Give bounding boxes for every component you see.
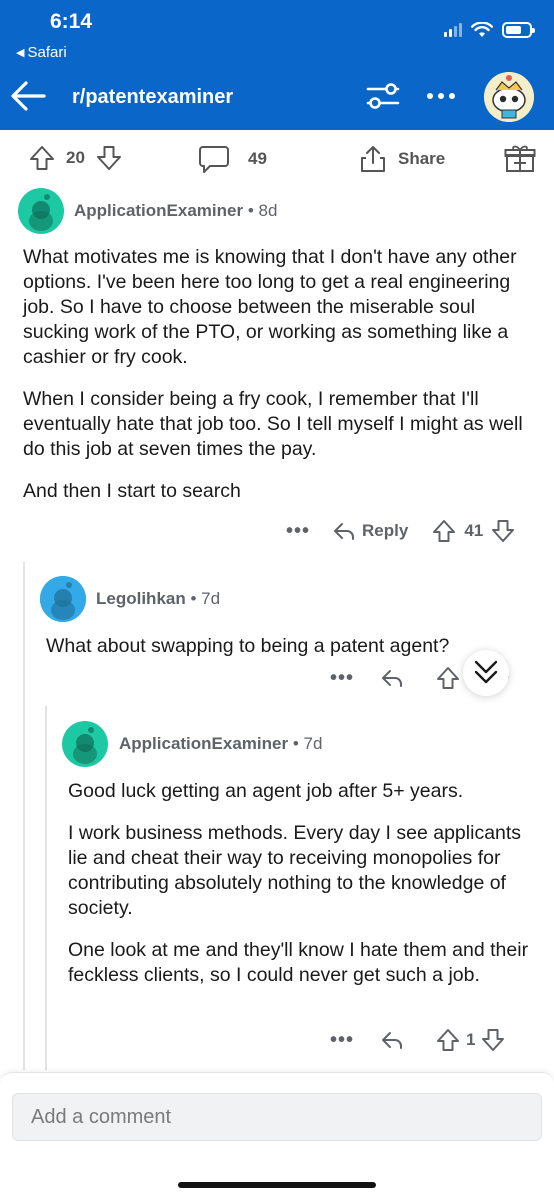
- meta-separator: •: [292, 734, 304, 753]
- share-label: Share: [398, 149, 446, 168]
- back-app-label: Safari: [27, 44, 67, 61]
- reply-icon: [334, 523, 355, 540]
- comment-actions: ••• 1: [330, 1028, 505, 1052]
- comment-username[interactable]: ApplicationExaminer: [119, 734, 288, 753]
- share-button[interactable]: Share: [358, 144, 445, 174]
- comment-paragraph: And then I start to search: [23, 480, 241, 502]
- sort-filter-icon[interactable]: [364, 80, 402, 112]
- upvote-icon[interactable]: [436, 666, 460, 690]
- post-action-bar: 20 49 Share: [0, 130, 554, 186]
- vote-count: 41: [464, 521, 484, 540]
- comment-actions: ••• Reply 41: [286, 519, 515, 543]
- back-arrow-icon[interactable]: [8, 78, 48, 114]
- snoo-avatar-icon: [40, 576, 86, 622]
- more-options-icon[interactable]: [424, 82, 458, 110]
- nav-row: r/patentexaminer: [0, 72, 554, 122]
- cellular-signal-icon: [444, 23, 462, 37]
- status-icons: [444, 22, 535, 38]
- reply-icon[interactable]: [380, 667, 404, 689]
- post-upvote-count: 20: [66, 148, 85, 167]
- app-header: 6:14 ◀ Safari r/patentexaminer: [0, 0, 554, 130]
- snoo-avatar-icon: [484, 72, 534, 122]
- comment-body: What motivates me is knowing that I don'…: [23, 245, 533, 521]
- comment-username[interactable]: ApplicationExaminer: [74, 201, 243, 220]
- user-avatar[interactable]: [484, 72, 534, 122]
- commenter-avatar[interactable]: [18, 188, 64, 234]
- meta-separator: •: [247, 201, 259, 220]
- upvote-icon[interactable]: [436, 1028, 460, 1052]
- downvote-icon[interactable]: [481, 1028, 505, 1052]
- comment-username[interactable]: Legolihkan: [96, 589, 186, 608]
- thread-line[interactable]: [23, 562, 25, 1070]
- double-chevron-down-icon: [474, 660, 498, 684]
- comment-bubble-icon: [199, 146, 229, 173]
- share-icon: [361, 146, 385, 172]
- more-options-icon[interactable]: •••: [330, 1029, 354, 1052]
- comment-body: Good luck getting an agent job after 5+ …: [68, 779, 538, 1005]
- comment-meta: ApplicationExaminer • 8d: [74, 201, 277, 221]
- more-options-icon[interactable]: •••: [286, 520, 310, 543]
- add-comment-input[interactable]: Add a comment: [12, 1093, 542, 1141]
- back-triangle-icon: ◀: [16, 47, 25, 59]
- snoo-avatar-icon: [73, 727, 97, 764]
- comment-composer: Add a comment: [0, 1072, 554, 1200]
- award-gift-icon[interactable]: [504, 144, 536, 174]
- upvote-icon[interactable]: [432, 519, 456, 543]
- wifi-icon: [471, 22, 493, 37]
- battery-icon: [502, 22, 535, 38]
- commenter-avatar[interactable]: [62, 721, 108, 767]
- comment-paragraph: Good luck getting an agent job after 5+ …: [68, 780, 464, 802]
- reply-icon[interactable]: [380, 1029, 404, 1051]
- comment-paragraph: What motivates me is knowing that I don'…: [23, 246, 517, 368]
- post-comment-count: 49: [248, 149, 267, 168]
- comment-paragraph: When I consider being a fry cook, I reme…: [23, 388, 523, 460]
- comment-meta: ApplicationExaminer • 7d: [119, 734, 322, 754]
- subreddit-title[interactable]: r/patentexaminer: [72, 86, 233, 109]
- post-comments-button[interactable]: 49: [198, 144, 267, 174]
- reply-button[interactable]: Reply: [332, 520, 408, 542]
- commenter-avatar[interactable]: [40, 576, 86, 622]
- comment-age: 8d: [258, 201, 278, 220]
- next-comment-button[interactable]: [463, 650, 509, 696]
- comment-age: 7d: [201, 589, 221, 608]
- thread-line[interactable]: [45, 706, 47, 1070]
- post-vote-group: 20: [28, 144, 123, 172]
- downvote-icon[interactable]: [95, 144, 123, 172]
- upvote-icon[interactable]: [28, 144, 56, 172]
- status-time: 6:14: [50, 10, 93, 33]
- reply-label: Reply: [362, 521, 409, 540]
- vote-count: 1: [466, 1030, 476, 1049]
- meta-separator: •: [190, 589, 202, 608]
- comment-age: 7d: [303, 734, 323, 753]
- comment-meta: Legolihkan • 7d: [96, 589, 220, 609]
- comment-paragraph: I work business methods. Every day I see…: [68, 822, 522, 919]
- comment-paragraph: One look at me and they'll know I hate t…: [68, 939, 529, 986]
- downvote-icon[interactable]: [491, 519, 515, 543]
- more-options-icon[interactable]: •••: [330, 667, 354, 690]
- home-indicator[interactable]: [178, 1182, 376, 1188]
- back-to-safari-link[interactable]: ◀ Safari: [16, 44, 67, 61]
- snoo-avatar-icon: [29, 194, 53, 231]
